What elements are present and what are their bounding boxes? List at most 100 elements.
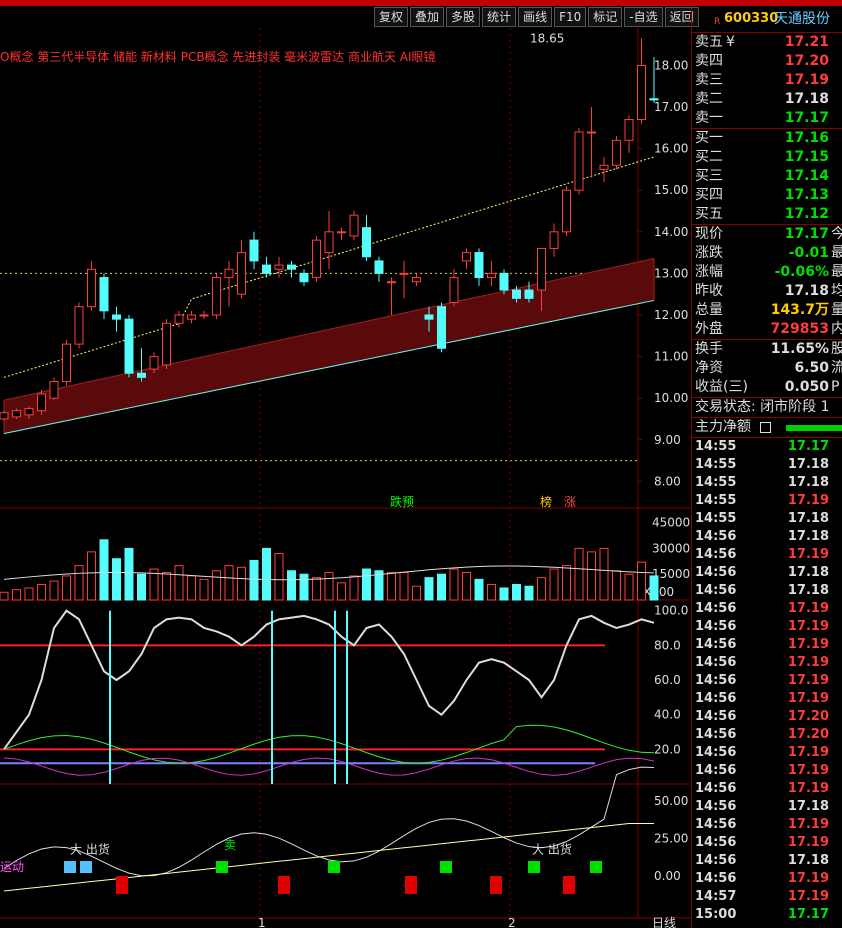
candle-body: [237, 252, 246, 295]
stats-row[interactable]: 现价 17.17 今: [692, 225, 842, 244]
candle-body: [187, 314, 196, 320]
toolbar-button-3[interactable]: 统计: [482, 7, 517, 27]
tick-price: 17.19: [787, 619, 829, 634]
main-net-bar: [786, 425, 842, 431]
ind2-block-green: [528, 861, 540, 873]
bids-row[interactable]: 买四 17.13: [692, 186, 842, 205]
tick-row: 14:56 17.19: [692, 744, 842, 762]
ind2-label-ship2: 大 出货: [532, 842, 572, 857]
stats-row[interactable]: 昨收 17.18 均: [692, 282, 842, 301]
candle-body: [399, 272, 409, 275]
asks-row[interactable]: 卖三 17.19: [692, 71, 842, 90]
volume-bar: [174, 565, 184, 601]
tick-time: 14:56: [695, 745, 737, 760]
candle-body: [574, 131, 584, 191]
volume-bar: [512, 584, 521, 601]
stats2-label: 收益(三): [695, 379, 748, 395]
currency-mark: ¥: [726, 34, 735, 50]
candle-body: [249, 239, 259, 262]
volume-bar: [499, 587, 509, 601]
tick-row: 15:00 17.17: [692, 906, 842, 924]
volume-bar: [212, 570, 221, 601]
marker-up: 涨: [564, 494, 576, 509]
candle-body: [487, 272, 496, 279]
stock-name[interactable]: 天通股份: [774, 6, 830, 32]
tick-price: 17.17: [787, 439, 829, 454]
bids-row[interactable]: 买一 17.16: [692, 129, 842, 148]
toolbar-button-4[interactable]: 画线: [518, 7, 553, 27]
ind1-k-line: [3, 609, 655, 750]
stats-value: -0.06%: [774, 264, 829, 280]
asks-value: 17.20: [784, 53, 829, 69]
toolbar-button-7[interactable]: -自选: [624, 7, 663, 27]
stats2-row[interactable]: 净资 6.50 流: [692, 359, 842, 378]
tick-time: 14:55: [695, 493, 737, 508]
chart-area[interactable]: 18.00 17.00 16.00 15.00 14.00 13.00 12.00 11.00…: [0, 28, 690, 928]
candle-body: [199, 314, 209, 317]
asks-label: 卖二: [695, 91, 723, 107]
tick-row: 14:56 17.20: [692, 726, 842, 744]
tick-row: 14:56 17.20: [692, 708, 842, 726]
stats-row[interactable]: 总量 143.7万量: [692, 301, 842, 320]
date-tick-2: 2: [508, 916, 516, 928]
stats-row[interactable]: 涨幅 -0.06% 最: [692, 263, 842, 282]
bids-row[interactable]: 买三 17.14: [692, 167, 842, 186]
toolbar-button-0[interactable]: 复权: [374, 7, 409, 27]
asks-label: 卖三: [695, 72, 723, 88]
ind2-block-green: [80, 861, 92, 873]
volume-bar: [412, 585, 421, 601]
tick-row: 14:56 17.19: [692, 672, 842, 690]
tick-row: 14:56 17.19: [692, 600, 842, 618]
tick-time: 14:56: [695, 799, 737, 814]
candle-body: [537, 247, 546, 291]
volume-bar: [37, 584, 46, 601]
price-axis-label: 16.00: [654, 142, 688, 156]
ind2-block-green: [590, 861, 602, 873]
tick-price: 17.19: [787, 601, 829, 616]
candle-body: [637, 64, 646, 121]
candle-body: [137, 372, 146, 378]
bids-row[interactable]: 买二 17.15: [692, 148, 842, 167]
tick-time: 14:56: [695, 547, 737, 562]
stats2-row[interactable]: 收益(三) 0.050 P: [692, 378, 842, 397]
high-price-label: 18.65: [530, 31, 564, 45]
stats-label: 涨幅: [695, 264, 723, 280]
stats-row[interactable]: 外盘 729853 内: [692, 320, 842, 339]
price-axis-label: 10.00: [654, 391, 688, 405]
volume-bar: [237, 566, 246, 601]
stats-row[interactable]: 涨跌 -0.01 最: [692, 244, 842, 263]
tick-row: 14:56 17.19: [692, 618, 842, 636]
toolbar-button-2[interactable]: 多股: [446, 7, 481, 27]
grid-icon[interactable]: [760, 422, 771, 433]
bids-row[interactable]: 买五 17.12: [692, 205, 842, 224]
candle-body: [624, 119, 634, 141]
tick-price: 17.19: [787, 493, 829, 508]
ind2-axis-label: 50.00: [654, 794, 688, 808]
tick-price: 17.18: [787, 457, 829, 472]
toolbar-button-5[interactable]: F10: [554, 7, 587, 27]
stats2-tail: P: [831, 379, 840, 395]
volume-bar: [112, 558, 121, 601]
toolbar-button-6[interactable]: 标记: [588, 7, 623, 27]
volume-axis-label: 30000: [652, 541, 690, 555]
bids-label: 买四: [695, 187, 723, 203]
volume-bar: [162, 571, 171, 601]
tick-row: 14:56 17.18: [692, 582, 842, 600]
asks-row[interactable]: 卖五 ¥17.21: [692, 33, 842, 52]
stats-tail: 内: [831, 321, 842, 337]
kline-chart[interactable]: 18.0017.0016.0015.0014.0013.0012.0011.00…: [0, 28, 690, 928]
tick-time: 14:56: [695, 619, 737, 634]
tick-list[interactable]: 14:55 17.17 14:55 17.18 14:55 17.18 14:55 17.19…: [692, 437, 842, 924]
candle-body: [224, 268, 234, 279]
stock-code[interactable]: 600330: [724, 6, 778, 32]
toolbar-button-1[interactable]: 叠加: [410, 7, 445, 27]
volume-bar: [624, 573, 634, 601]
tick-price: 17.17: [787, 907, 829, 922]
bids-label: 买三: [695, 168, 723, 184]
stats2-row[interactable]: 换手 11.65% 股: [692, 340, 842, 359]
asks-row[interactable]: 卖四 17.20: [692, 52, 842, 71]
asks-row[interactable]: 卖二 17.18: [692, 90, 842, 109]
asks-row[interactable]: 卖一 17.17: [692, 109, 842, 128]
asks-value: 17.18: [784, 91, 829, 107]
asks-value: 17.17: [784, 110, 829, 126]
